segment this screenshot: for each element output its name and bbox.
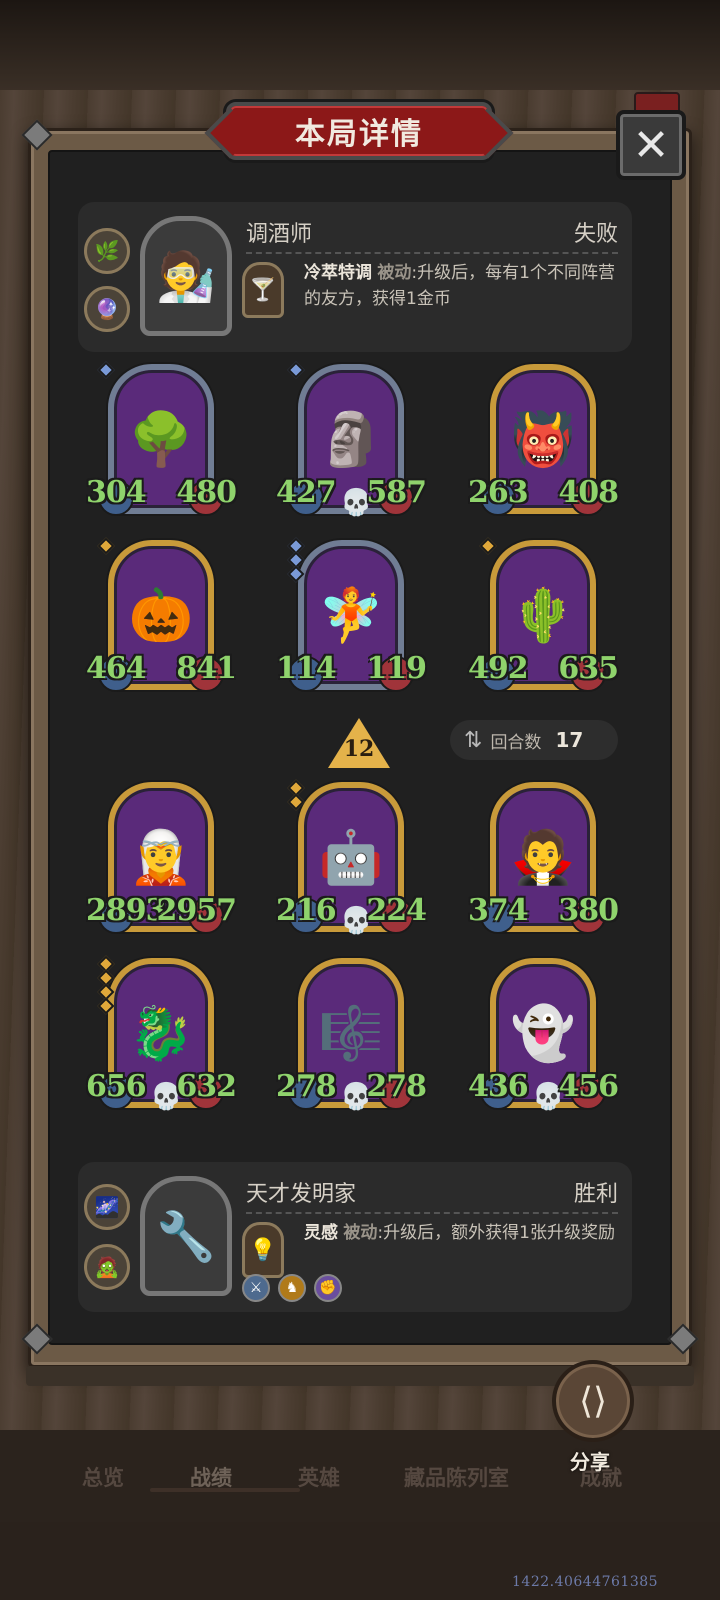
opponent-hero-portrait[interactable]: 🧑‍🔬 [140,216,232,336]
minion-card[interactable]: 🧝 2893 2957 [86,782,237,940]
horn-icon[interactable]: ♞ [278,1274,306,1302]
build-id: 1422.40644761385 [512,1574,659,1590]
minion-attack: 2893 [86,893,166,928]
player-hero-portrait[interactable]: 🔧 [140,1176,232,1296]
player-traits: ⚔ ♞ ✊ [242,1274,342,1302]
lightbulb-icon[interactable]: 💡 [242,1222,284,1278]
minion-card[interactable]: 👻 💀 436 456 [468,958,619,1116]
player-card-icon[interactable]: 🌌 [84,1184,130,1230]
star-icon [479,537,497,555]
minion-card[interactable]: 🎼 💀 278 278 [276,958,427,1116]
divider [246,1212,618,1214]
minion-card[interactable]: 🧚 114 119 [276,537,427,698]
shaker-icon[interactable]: 🍸 [242,262,284,318]
opponent-result: 失败 [573,222,618,247]
dialog-title: 本局详情 [295,117,423,152]
star-icon [287,361,305,379]
share-label[interactable]: 分享 [570,1446,610,1475]
minion-health: 278 [366,1069,427,1104]
minion-health: 2957 [156,893,237,928]
minion-card[interactable]: 🎃 464 841 [86,537,237,698]
close-icon: ✕ [632,119,670,171]
tier-number: 12 [343,736,375,762]
minion-attack: 427 [276,475,337,510]
nav-active-underline [150,1488,300,1492]
minion-health: 456 [558,1069,619,1104]
minion-health: 635 [558,651,619,686]
minion-attack: 436 [468,1069,529,1104]
minion-health: 480 [176,475,237,510]
minion-attack: 464 [86,651,147,686]
star-rank [287,361,305,379]
bottom-nav: 总览 战绩 英雄 藏品陈列室 成就 [0,1430,720,1522]
minion-card[interactable]: 🐉 💀 656 632 [86,955,237,1116]
star-icon [97,537,115,555]
star-rank [97,955,115,1015]
nav-overview[interactable]: 总览 [82,1462,124,1492]
minion-attack: 656 [86,1069,147,1104]
star-icon [287,793,305,811]
star-rank [287,537,305,583]
star-rank [479,537,497,555]
top-background [0,0,720,90]
player-card-icon[interactable]: 🧟 [84,1244,130,1290]
minion-card[interactable]: 🌵 492 635 [468,537,619,698]
minion-attack: 304 [86,475,147,510]
minion-attack: 278 [276,1069,337,1104]
minion-card[interactable]: 🌳 304 480 [86,361,237,522]
minion-card[interactable]: 🧛 374 380 [468,782,619,940]
star-icon [97,361,115,379]
skill-name: 冷萃特调 [304,263,372,283]
close-button[interactable]: ✕ [616,110,686,180]
minion-attack: 114 [276,651,337,686]
minion-health: 408 [558,475,619,510]
player-skill-text: 灵感 被动:升级后，额外获得1张升级奖励 [304,1220,620,1246]
skill-type: 被动 [343,1223,378,1243]
divider [246,252,618,254]
opponent-hero-name: 调酒师 [246,222,313,247]
skill-name: 灵感 [304,1223,338,1243]
player-panel: 🌌 🧟 🔧 天才发明家 胜利 💡 灵感 被动:升级后，额外获得1张升级奖励 ⚔ … [78,1162,632,1312]
minion-attack: 492 [468,651,529,686]
round-value: 17 [555,728,584,752]
minion-card[interactable]: 🗿 💀 427 587 [276,361,427,522]
nav-heroes[interactable]: 英雄 [298,1462,340,1492]
player-hero-name: 天才发明家 [246,1182,357,1207]
minion-health: 632 [176,1069,237,1104]
nav-collection[interactable]: 藏品陈列室 [404,1462,509,1492]
minion-health: 841 [176,651,237,686]
star-rank [97,361,115,379]
star-rank [287,779,305,811]
minion-health: 224 [366,893,427,928]
skill-desc: :升级后，额外获得1张升级奖励 [377,1223,615,1243]
share-icon: ⟨⟩ [578,1380,608,1422]
minion-attack: 216 [276,893,337,928]
opponent-skill-text: 冷萃特调 被动:升级后，每有1个不同阵营的友方，获得1金币 [304,260,620,312]
star-rank [97,537,115,555]
opponent-panel: 🌿 🔮 🧑‍🔬 调酒师 失败 🍸 冷萃特调 被动:升级后，每有1个不同阵营的友方… [78,202,632,352]
star-icon [97,997,115,1015]
minion-health: 119 [366,651,427,686]
minion-card[interactable]: 👹 263 408 [468,364,619,522]
sword-icon[interactable]: ⚔ [242,1274,270,1302]
minion-attack: 263 [468,475,529,510]
refresh-icon: ⇅ [464,727,483,753]
minion-card[interactable]: 🤖 💀 216 224 [276,779,427,940]
share-button[interactable]: ⟨⟩ [552,1360,634,1442]
minion-health: 380 [558,893,619,928]
skill-type: 被动 [377,263,412,283]
minion-health: 587 [366,475,427,510]
opponent-card-icon[interactable]: 🌿 [84,228,130,274]
player-result: 胜利 [573,1182,618,1207]
fist-icon[interactable]: ✊ [314,1274,342,1302]
minion-attack: 374 [468,893,529,928]
opponent-card-icon[interactable]: 🔮 [84,286,130,332]
round-label: 回合数 [490,732,542,753]
round-counter: ⇅ 回合数 17 [450,720,618,760]
tavern-tier-badge: 12 [328,718,390,768]
star-icon [287,565,305,583]
dialog-title-plate: 本局详情 [226,102,492,160]
